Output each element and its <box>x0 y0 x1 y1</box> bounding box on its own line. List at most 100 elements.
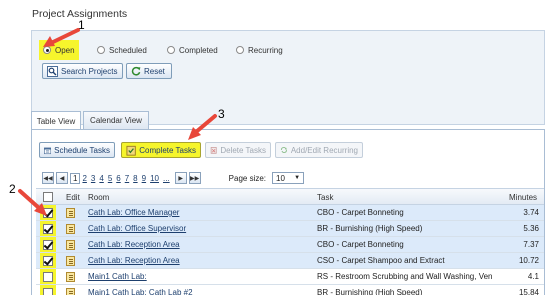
next-page-button[interactable]: ▶ <box>174 172 187 184</box>
annotation-arrow-1 <box>43 28 80 47</box>
project-assignments-page: Project Assignments Open Scheduled Compl… <box>0 0 545 295</box>
search-projects-button[interactable]: Search Projects <box>42 63 123 79</box>
annotation-arrow-3 <box>188 114 217 140</box>
page-link[interactable]: 7 <box>123 174 131 183</box>
radio-recurring[interactable]: Recurring <box>236 40 283 60</box>
delete-icon <box>210 147 217 154</box>
row-checkbox-cell <box>43 285 55 295</box>
edit-icon[interactable] <box>66 271 75 282</box>
table-header: Edit Room Task Minutes <box>36 188 544 205</box>
edit-icon[interactable] <box>66 223 75 234</box>
table-view-panel: Schedule Tasks Complete Tasks Delete Tas… <box>31 129 545 295</box>
table-row[interactable]: Cath Lab: Office Supervisor BR - Burnishi… <box>36 221 544 237</box>
schedule-tasks-label: Schedule Tasks <box>54 145 110 155</box>
table-row[interactable]: Cath Lab: Reception Area CBO - Carpet Bon… <box>36 237 544 253</box>
radio-completed-label: Completed <box>179 45 218 55</box>
tab-calendar-view[interactable]: Calendar View <box>83 111 149 129</box>
reset-label: Reset <box>144 66 165 76</box>
column-header-edit: Edit <box>66 192 80 202</box>
minutes-cell: 5.36 <box>523 224 539 233</box>
page-link[interactable]: 3 <box>89 174 97 183</box>
room-link[interactable]: Main1 Cath Lab: <box>88 272 147 281</box>
room-link[interactable]: Cath Lab: Reception Area <box>88 240 180 249</box>
search-projects-label: Search Projects <box>61 66 118 76</box>
page-link-more[interactable]: ... <box>161 174 172 183</box>
add-edit-recurring-button[interactable]: Add/Edit Recurring <box>275 142 363 158</box>
row-checkbox[interactable] <box>43 255 53 266</box>
minutes-cell: 15.84 <box>518 288 539 295</box>
annotation-arrow-2 <box>18 189 47 216</box>
page-size-select[interactable]: 10 ▼ <box>272 172 305 184</box>
row-checkbox[interactable] <box>43 287 53 295</box>
edit-icon[interactable] <box>66 255 75 266</box>
edit-icon[interactable] <box>66 287 75 295</box>
page-link[interactable]: 4 <box>97 174 105 183</box>
row-checkbox-cell <box>43 269 55 284</box>
page-link[interactable]: 2 <box>80 174 88 183</box>
task-cell: CBO - Carpet Bonneting <box>317 208 404 217</box>
delete-tasks-label: Delete Tasks <box>220 145 266 155</box>
radio-recurring-label: Recurring <box>248 45 283 55</box>
add-edit-recurring-label: Add/Edit Recurring <box>290 145 358 155</box>
room-link[interactable]: Cath Lab: Office Supervisor <box>88 224 186 233</box>
room-link[interactable]: Cath Lab: Reception Area <box>88 256 180 265</box>
delete-tasks-button[interactable]: Delete Tasks <box>205 142 271 158</box>
page-link[interactable]: 9 <box>140 174 148 183</box>
page-link[interactable]: 8 <box>131 174 139 183</box>
radio-completed[interactable]: Completed <box>167 40 218 60</box>
column-header-minutes[interactable]: Minutes <box>509 189 537 205</box>
radio-completed-dot[interactable] <box>167 46 175 54</box>
column-header-task[interactable]: Task <box>317 189 333 205</box>
annotation-number-2: 2 <box>9 182 16 196</box>
page-size-label: Page size: <box>228 173 267 183</box>
prev-page-button[interactable]: ◀ <box>56 172 68 184</box>
row-checkbox[interactable] <box>43 239 53 250</box>
radio-scheduled[interactable]: Scheduled <box>97 40 147 60</box>
first-page-button[interactable]: ◀◀ <box>42 172 54 184</box>
room-cell: Cath Lab: Office Manager <box>88 205 308 220</box>
row-edit-cell <box>66 221 78 236</box>
room-link[interactable]: Cath Lab: Office Manager <box>88 208 179 217</box>
row-edit-cell <box>66 269 78 284</box>
minutes-cell: 10.72 <box>518 256 539 265</box>
table-row[interactable]: Main1 Cath Lab: Cath Lab #2 BR - Burnishi… <box>36 285 544 295</box>
assignments-table: Edit Room Task Minutes Cath Lab: Office … <box>36 188 544 295</box>
edit-icon[interactable] <box>66 207 75 218</box>
last-page-button[interactable]: ▶▶ <box>188 172 201 184</box>
row-edit-cell <box>66 205 78 220</box>
minutes-cell: 4.1 <box>527 272 539 281</box>
reset-button[interactable]: Reset <box>126 63 172 79</box>
table-row[interactable]: Cath Lab: Reception Area CSO - Carpet Sha… <box>36 253 544 269</box>
refresh-icon <box>131 66 141 76</box>
page-link[interactable]: 5 <box>106 174 114 183</box>
schedule-tasks-button[interactable]: Schedule Tasks <box>39 142 115 158</box>
radio-scheduled-label: Scheduled <box>109 45 147 55</box>
radio-recurring-dot[interactable] <box>236 46 244 54</box>
page-link[interactable]: 6 <box>114 174 122 183</box>
row-checkbox-cell <box>43 253 55 268</box>
task-cell: BR - Burnishing (High Speed) <box>317 224 423 233</box>
column-header-room[interactable]: Room <box>88 189 109 205</box>
page-link-current[interactable]: 1 <box>70 172 81 184</box>
page-link[interactable]: 10 <box>148 174 161 183</box>
table-row[interactable]: Cath Lab: Office Manager CBO - Carpet Bon… <box>36 205 544 221</box>
radio-scheduled-dot[interactable] <box>97 46 105 54</box>
recurring-icon <box>280 147 287 153</box>
page-size-value: 10 <box>276 173 285 183</box>
row-edit-cell <box>66 253 78 268</box>
edit-icon[interactable] <box>66 239 75 250</box>
task-cell: BR - Burnishing (High Speed) <box>317 288 423 295</box>
calendar-icon <box>44 147 52 154</box>
complete-tasks-button[interactable]: Complete Tasks <box>121 142 201 158</box>
row-checkbox[interactable] <box>43 223 53 234</box>
clipboard-check-icon <box>126 145 136 156</box>
status-radio-group: Open Scheduled Completed Recurring <box>32 40 544 60</box>
room-cell: Main1 Cath Lab: Cath Lab #2 <box>88 285 308 295</box>
chevron-down-icon: ▼ <box>294 175 301 181</box>
tab-table-view[interactable]: Table View <box>31 111 81 130</box>
row-checkbox[interactable] <box>43 271 53 282</box>
room-link[interactable]: Main1 Cath Lab: Cath Lab #2 <box>88 288 193 295</box>
pager: ◀◀ ◀ 1 2 3 4 5 6 7 8 9 10 ... ▶ ▶▶ Page … <box>42 171 342 185</box>
room-cell: Cath Lab: Office Supervisor <box>88 221 308 236</box>
table-row[interactable]: Main1 Cath Lab: RS - Restroom Scrubbing a… <box>36 269 544 285</box>
